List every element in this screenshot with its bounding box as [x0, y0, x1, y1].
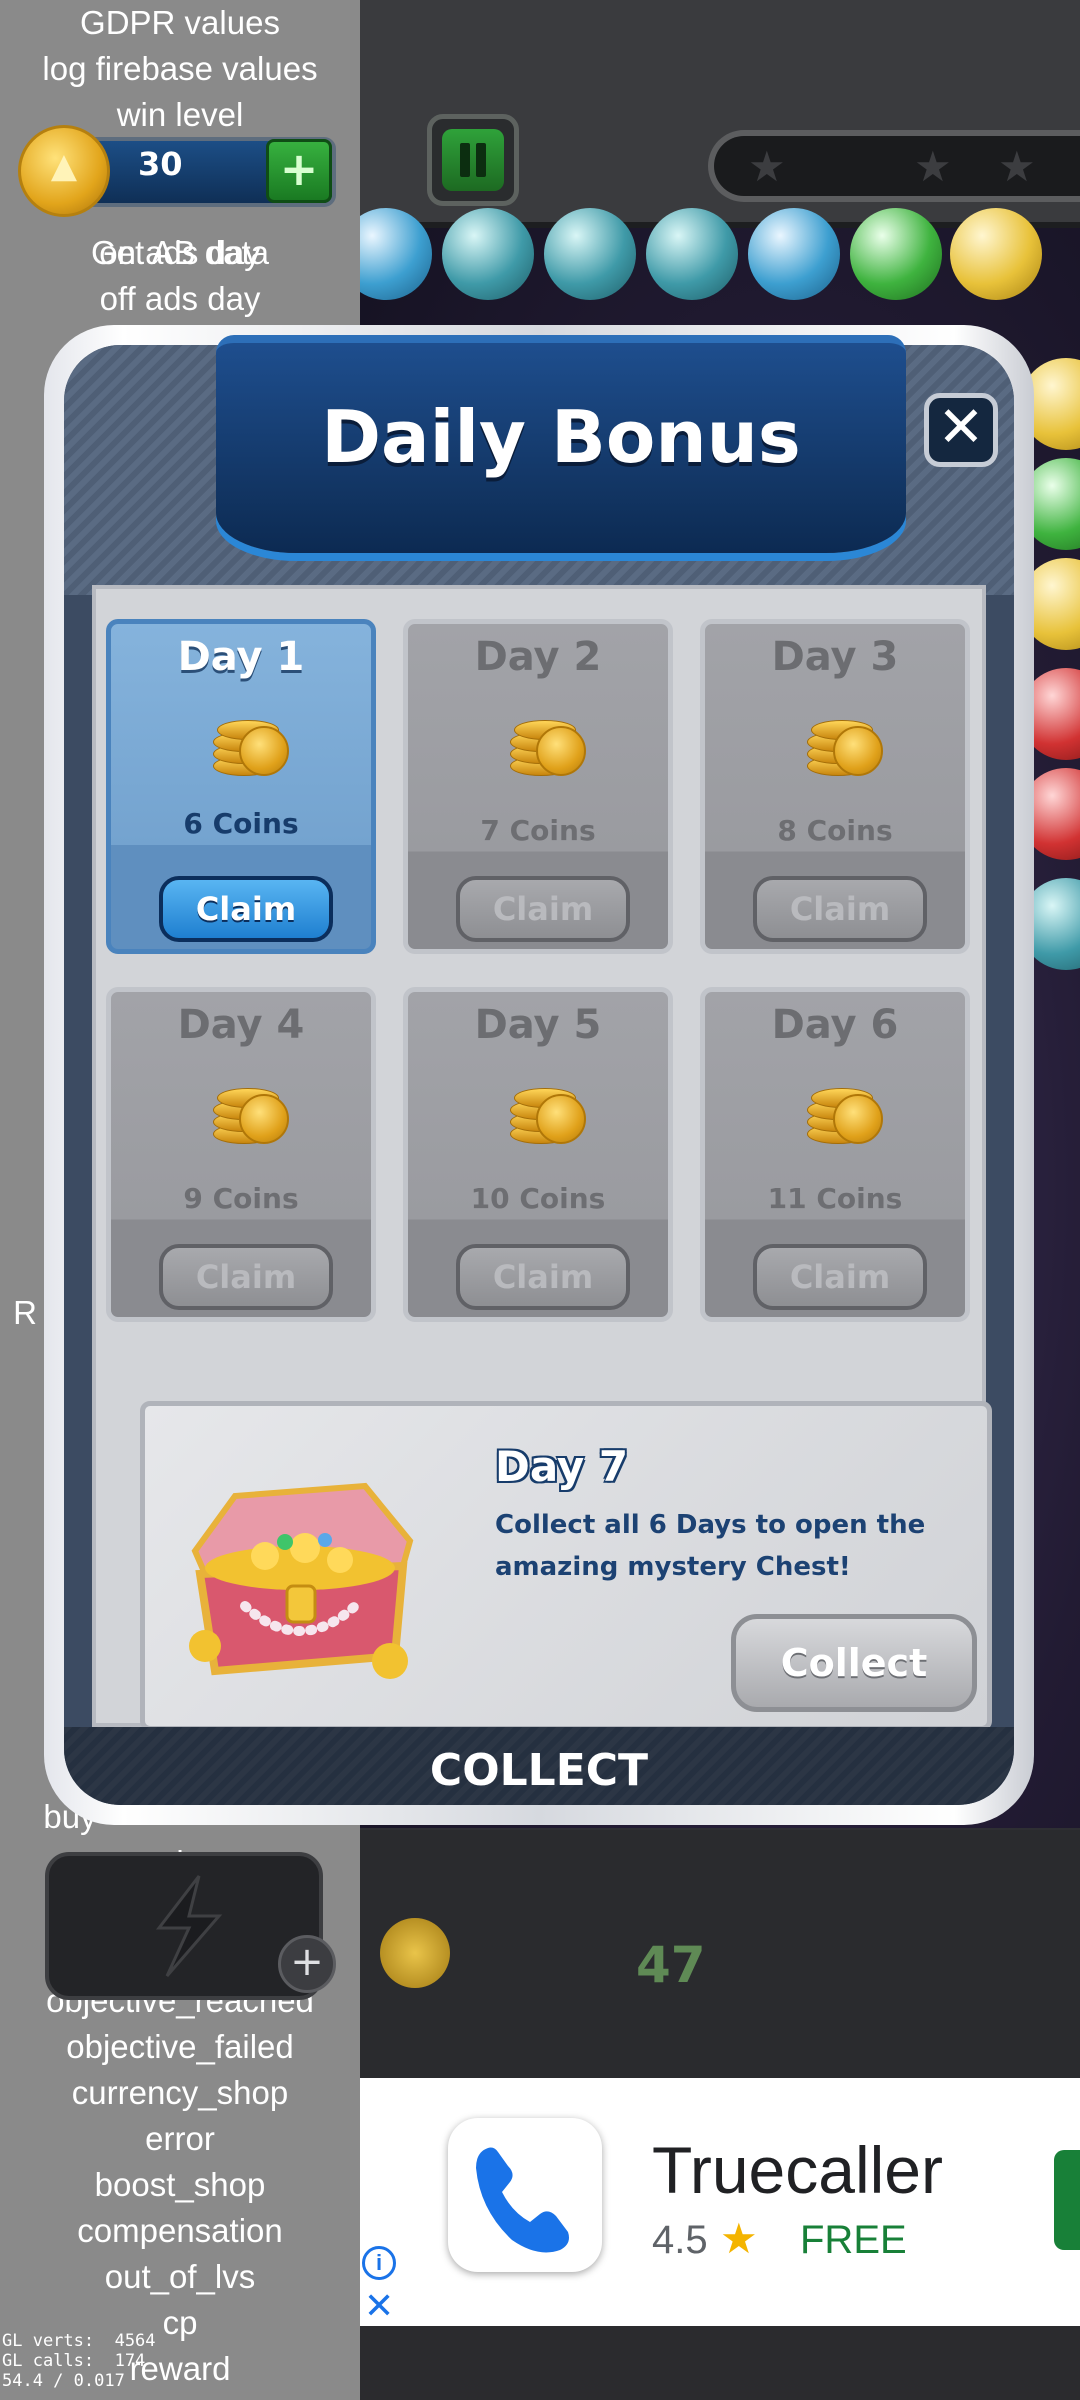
coin-stack-icon	[510, 1074, 586, 1152]
star-icon: ★	[720, 2214, 758, 2263]
day-label: Day 2	[474, 634, 602, 680]
ad-install-button[interactable]	[1054, 2150, 1080, 2250]
claim-button[interactable]: Claim	[753, 876, 927, 942]
coin-stack-icon	[510, 706, 586, 784]
coin-icon	[18, 125, 110, 217]
daily-bonus-dialog: Day 1 6 Coins Claim Day 2 7 Coins Claim …	[44, 325, 1034, 1825]
ad-price: FREE	[800, 2218, 907, 2262]
debug-item-on-ads-day[interactable]: on ads day	[0, 230, 360, 276]
debug-item-error[interactable]: error	[0, 2116, 360, 2162]
debug-item-off-ads-day[interactable]: off ads day	[0, 276, 360, 322]
coin-amount: 11 Coins	[767, 1182, 903, 1215]
coin-amount: 8 Coins	[777, 814, 893, 847]
debug-item-log-firebase[interactable]: log firebase values	[0, 46, 360, 92]
coin-stack-icon	[213, 1074, 289, 1152]
day-label: Day 6	[771, 1002, 899, 1048]
shots-remaining: 47	[636, 1936, 706, 1994]
coin-counter: 30 +	[18, 125, 336, 217]
claim-button[interactable]: Claim	[159, 876, 333, 942]
coin-amount: 6 Coins	[183, 807, 299, 840]
gl-calls-stat: GL calls: 174	[2, 2351, 146, 2371]
bubble	[544, 208, 636, 300]
claim-button[interactable]: Claim	[753, 1244, 927, 1310]
dialog-body: Day 1 6 Coins Claim Day 2 7 Coins Claim …	[64, 335, 1014, 1805]
day-card-3[interactable]: Day 3 8 Coins Claim	[700, 619, 970, 954]
day-7-description: Collect all 6 Days to open the amazing m…	[495, 1510, 926, 1582]
bottom-tray	[360, 1830, 1080, 2078]
day-label: Day 5	[474, 1002, 602, 1048]
day-label: Day 1	[177, 634, 305, 680]
bubble	[748, 208, 840, 300]
bubble	[950, 208, 1042, 300]
rewards-panel: Day 1 6 Coins Claim Day 2 7 Coins Claim …	[92, 585, 992, 1731]
pause-icon	[442, 129, 504, 191]
day-card-2[interactable]: Day 2 7 Coins Claim	[403, 619, 673, 954]
swap-bubble-icon[interactable]	[380, 1918, 450, 1988]
add-booster-button[interactable]: +	[278, 1935, 336, 1993]
ad-app-name[interactable]: Truecaller	[652, 2132, 943, 2208]
debug-item-out-of-lvs[interactable]: out_of_lvs	[0, 2254, 360, 2300]
pause-button[interactable]	[427, 114, 519, 206]
ad-rating: 4.5	[652, 2218, 708, 2262]
collect-chest-button[interactable]: Collect	[731, 1614, 977, 1712]
coin-amount: 7 Coins	[480, 814, 596, 847]
coin-amount: 9 Coins	[183, 1182, 299, 1215]
bubble	[850, 208, 942, 300]
coin-stack-icon	[213, 706, 289, 784]
close-button[interactable]: ✕	[924, 393, 998, 467]
coin-amount: 10 Coins	[470, 1182, 606, 1215]
debug-item-objective-failed[interactable]: objective_failed	[0, 2024, 360, 2070]
treasure-chest-icon	[189, 1482, 414, 1679]
claim-button[interactable]: Claim	[159, 1244, 333, 1310]
phone-icon	[476, 2147, 569, 2253]
coin-count: 30	[138, 145, 183, 183]
collect-footer-button[interactable]: COLLECT	[64, 1745, 1014, 1796]
gl-verts-stat: GL verts: 4564	[2, 2331, 156, 2351]
day-card-1[interactable]: Day 1 6 Coins Claim	[106, 619, 376, 954]
debug-item-compensation[interactable]: compensation	[0, 2208, 360, 2254]
system-nav-bar	[360, 2326, 1080, 2400]
debug-item-gdpr[interactable]: GDPR values	[0, 0, 360, 46]
day-label: Day 4	[177, 1002, 305, 1048]
day-label: Day 3	[771, 634, 899, 680]
day-card-6[interactable]: Day 6 11 Coins Claim	[700, 987, 970, 1322]
ad-banner[interactable]: Truecaller 4.5 ★ FREE i ✕	[360, 2078, 1080, 2326]
close-icon: ✕	[937, 395, 985, 460]
claim-button[interactable]: Claim	[456, 1244, 630, 1310]
claim-button[interactable]: Claim	[456, 876, 630, 942]
ad-info-icon[interactable]: i	[362, 2246, 396, 2280]
star-icon: ★	[748, 142, 786, 191]
day-card-4[interactable]: Day 4 9 Coins Claim	[106, 987, 376, 1322]
star-progress-bar: ★ ★ ★	[708, 130, 1080, 202]
debug-item-currency-shop[interactable]: currency_shop	[0, 2070, 360, 2116]
title-ribbon: Daily Bonus	[216, 335, 906, 553]
star-icon: ★	[998, 142, 1036, 191]
app-icon[interactable]	[448, 2118, 602, 2272]
fps-stat: 54.4 / 0.017	[2, 2371, 125, 2391]
add-coins-button[interactable]: +	[266, 139, 332, 203]
day-7-card[interactable]: Day 7 Collect all 6 Days to open the ama…	[140, 1401, 992, 1731]
bubble	[646, 208, 738, 300]
ad-close-icon[interactable]: ✕	[364, 2288, 394, 2324]
coin-stack-icon	[807, 1074, 883, 1152]
debug-item-boost-shop[interactable]: boost_shop	[0, 2162, 360, 2208]
bubble	[442, 208, 534, 300]
star-icon: ★	[914, 142, 952, 191]
lightning-icon	[155, 1875, 223, 1977]
day-card-5[interactable]: Day 5 10 Coins Claim	[403, 987, 673, 1322]
dialog-title: Daily Bonus	[321, 395, 801, 479]
day-7-title: Day 7	[495, 1442, 629, 1491]
coin-stack-icon	[807, 706, 883, 784]
